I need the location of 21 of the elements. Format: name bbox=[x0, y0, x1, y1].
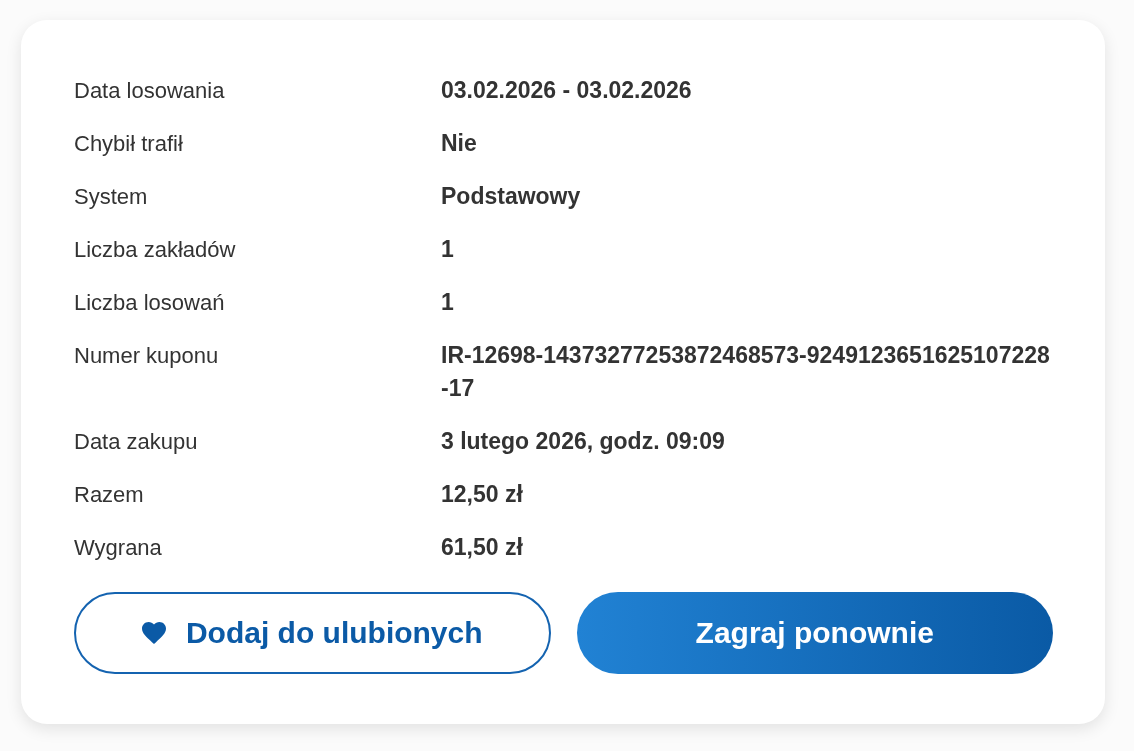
field-label: Wygrana bbox=[74, 534, 163, 562]
field-value: 03.02.2026 - 03.02.2026 bbox=[441, 76, 693, 105]
field-value: 1 bbox=[441, 288, 455, 317]
field-label: Liczba losowań bbox=[74, 289, 226, 317]
field-value: 61,50 zł bbox=[441, 533, 524, 562]
add-to-favorites-button[interactable]: Dodaj do ulubionych bbox=[74, 592, 551, 674]
field-value: Podstawowy bbox=[441, 182, 582, 211]
field-label: Data zakupu bbox=[74, 428, 199, 456]
field-value: Nie bbox=[441, 129, 478, 158]
field-label: Liczba zakładów bbox=[74, 236, 237, 264]
field-label: System bbox=[74, 183, 149, 211]
heart-icon bbox=[141, 622, 166, 644]
field-label: Razem bbox=[74, 481, 145, 509]
field-label: Data losowania bbox=[74, 77, 226, 105]
field-value: IR-12698-14373277253872468573-9249123651625107228-17 bbox=[441, 341, 1051, 403]
field-value: 3 lutego 2026, godz. 09:09 bbox=[441, 427, 726, 456]
field-value: 12,50 zł bbox=[441, 480, 524, 509]
field-label: Numer kuponu bbox=[74, 342, 220, 370]
field-label: Chybił trafił bbox=[74, 130, 184, 158]
play-again-button[interactable]: Zagraj ponownie bbox=[576, 592, 1053, 674]
field-value: 1 bbox=[441, 235, 455, 264]
